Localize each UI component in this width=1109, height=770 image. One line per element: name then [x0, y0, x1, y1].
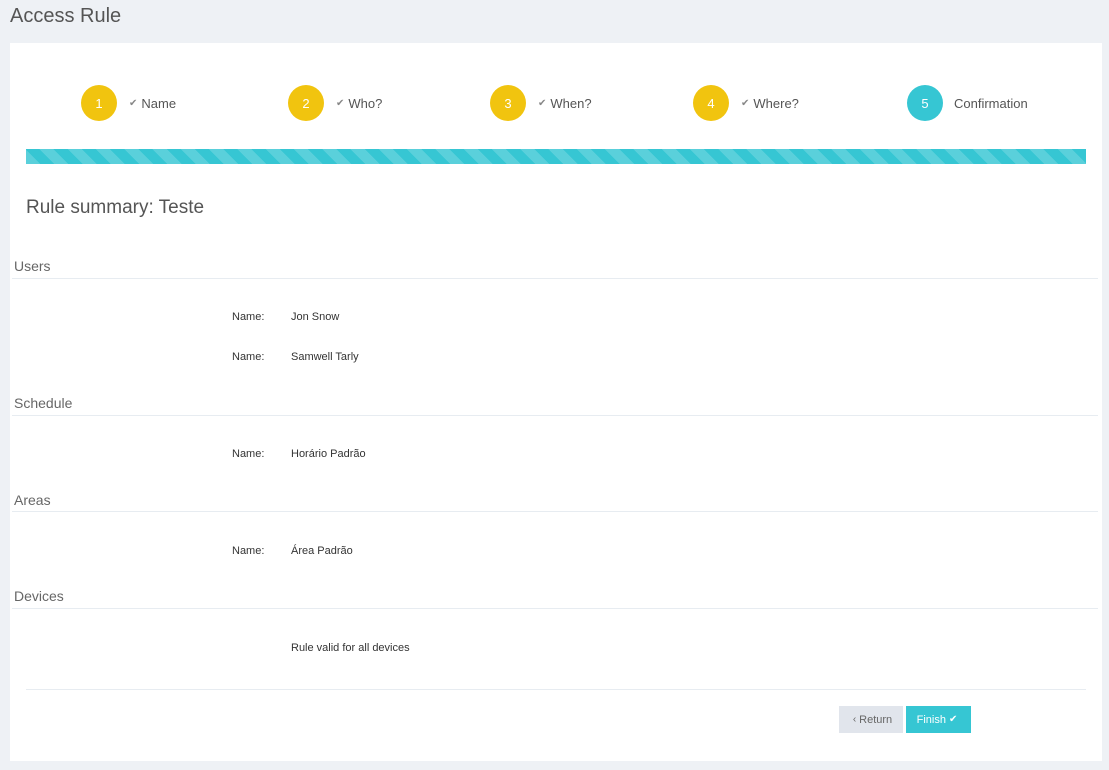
user-name-value: Samwell Tarly	[291, 351, 359, 363]
section-divider	[12, 608, 1098, 609]
return-button-label: Return	[859, 713, 893, 726]
section-title-users: Users	[14, 258, 51, 274]
user-name-value: Jon Snow	[291, 311, 340, 323]
step-number: 1	[81, 85, 117, 121]
section-divider	[12, 278, 1098, 279]
step-number: 5	[907, 85, 943, 121]
return-button[interactable]: ‹ Return	[839, 706, 903, 733]
step-number: 4	[693, 85, 729, 121]
chevron-left-icon: ‹	[852, 714, 857, 725]
page-title: Access Rule	[10, 5, 122, 27]
section-title-areas: Areas	[14, 492, 51, 508]
check-icon: ✔	[741, 97, 750, 109]
row-label: Name:	[232, 351, 265, 363]
step-confirmation[interactable]: 5 Confirmation	[907, 85, 1028, 121]
footer-divider	[26, 689, 1086, 690]
section-divider	[12, 415, 1098, 416]
step-label: Confirmation	[954, 95, 1028, 111]
step-number: 3	[490, 85, 526, 121]
step-when[interactable]: 3 ✔ When?	[490, 85, 592, 121]
wizard-steps: 1 ✔ Name 2 ✔ Who? 3 ✔ When? 4 ✔ Where? 5…	[10, 85, 1102, 121]
check-icon: ✔	[538, 97, 547, 109]
wizard-panel: 1 ✔ Name 2 ✔ Who? 3 ✔ When? 4 ✔ Where? 5…	[10, 43, 1102, 761]
devices-note: Rule valid for all devices	[291, 642, 410, 654]
step-name[interactable]: 1 ✔ Name	[81, 85, 176, 121]
step-who[interactable]: 2 ✔ Who?	[288, 85, 382, 121]
section-title-schedule: Schedule	[14, 395, 73, 411]
row-label: Name:	[232, 448, 265, 460]
row-label: Name:	[232, 311, 265, 323]
finish-button-label: Finish	[916, 713, 946, 726]
step-number: 2	[288, 85, 324, 121]
area-name-value: Área Padrão	[291, 545, 353, 557]
step-label: When?	[550, 95, 592, 111]
progress-bar	[26, 149, 1086, 164]
rule-summary-title: Rule summary: Teste	[26, 197, 205, 218]
step-label: Who?	[348, 95, 383, 111]
check-icon: ✔	[129, 97, 138, 109]
section-title-devices: Devices	[14, 588, 64, 604]
check-icon: ✔	[948, 714, 958, 725]
step-label: Where?	[753, 95, 799, 111]
check-icon: ✔	[336, 97, 345, 109]
section-divider	[12, 511, 1098, 512]
row-label: Name:	[232, 545, 265, 557]
finish-button[interactable]: Finish ✔	[906, 706, 971, 733]
step-where[interactable]: 4 ✔ Where?	[693, 85, 799, 121]
step-label: Name	[141, 95, 177, 111]
schedule-name-value: Horário Padrão	[291, 448, 366, 460]
